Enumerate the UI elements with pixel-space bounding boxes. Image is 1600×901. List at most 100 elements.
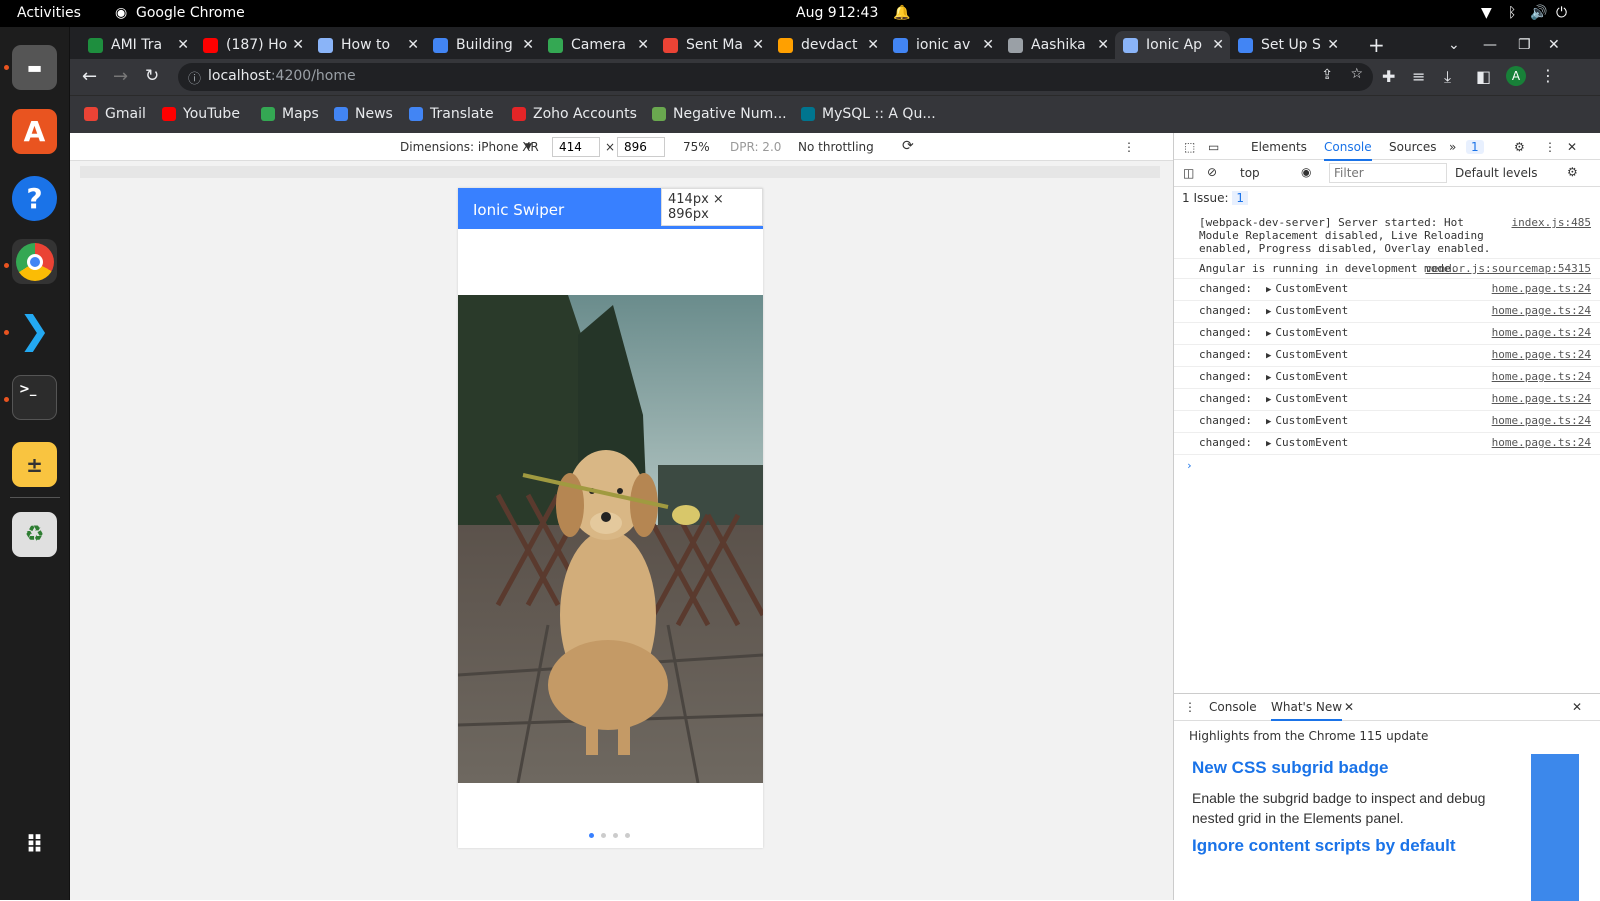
bluetooth-icon[interactable]: ᛒ	[1508, 5, 1516, 21]
wifi-icon[interactable]: ▼	[1481, 5, 1492, 21]
bookmark-maps[interactable]: Maps	[261, 106, 319, 122]
drawer-menu-icon[interactable]: ⋮	[1184, 700, 1196, 714]
zoom-select[interactable]: 75%	[683, 140, 710, 154]
object-preview[interactable]: CustomEvent	[1275, 282, 1348, 295]
tab-close-icon[interactable]: ✕	[752, 37, 764, 53]
help-icon[interactable]: ?	[12, 176, 57, 221]
close-tab-icon[interactable]: ✕	[1344, 700, 1354, 714]
tab[interactable]: Sent Ma ✕	[655, 31, 770, 59]
tab-console[interactable]: Console	[1324, 140, 1372, 161]
tab-active[interactable]: Ionic Ap ✕	[1115, 31, 1230, 59]
expand-triangle-icon[interactable]: ▶	[1266, 351, 1271, 361]
object-preview[interactable]: CustomEvent	[1275, 326, 1348, 339]
source-link[interactable]: home.page.ts:24	[1492, 370, 1591, 383]
source-link[interactable]: home.page.ts:24	[1492, 326, 1591, 339]
settings-gear-icon[interactable]: ⚙	[1514, 140, 1525, 154]
tab-close-icon[interactable]: ✕	[1327, 37, 1339, 53]
sidebar-toggle-icon[interactable]: ◫	[1183, 166, 1194, 180]
clear-console-icon[interactable]: ⊘	[1207, 165, 1217, 179]
pagination-dot[interactable]	[625, 833, 630, 838]
tab[interactable]: Building ✕	[425, 31, 540, 59]
expand-triangle-icon[interactable]: ▶	[1266, 417, 1271, 427]
clock-date[interactable]: Aug 9	[796, 5, 837, 21]
object-preview[interactable]: CustomEvent	[1275, 436, 1348, 449]
bookmark-youtube[interactable]: YouTube	[162, 106, 240, 122]
object-preview[interactable]: CustomEvent	[1275, 392, 1348, 405]
extensions-icon[interactable]: ✚	[1382, 67, 1395, 86]
tab[interactable]: Aashika ✕	[1000, 31, 1115, 59]
tab-close-icon[interactable]: ✕	[867, 37, 879, 53]
object-preview[interactable]: CustomEvent	[1275, 304, 1348, 317]
side-panel-icon[interactable]: ◧	[1476, 67, 1491, 86]
tab-close-icon[interactable]: ✕	[637, 37, 649, 53]
reload-icon[interactable]: ↻	[145, 66, 159, 86]
source-link[interactable]: home.page.ts:24	[1492, 304, 1591, 317]
bookmark-gmail[interactable]: Gmail	[84, 106, 146, 122]
activities-button[interactable]: Activities	[17, 5, 81, 21]
volume-icon[interactable]: 🔊	[1530, 5, 1547, 21]
tab-close-icon[interactable]: ✕	[1212, 37, 1224, 53]
bookmark-star-icon[interactable]: ☆	[1350, 66, 1363, 82]
pagination-dot[interactable]	[613, 833, 618, 838]
tab[interactable]: devdact ✕	[770, 31, 885, 59]
show-apps-icon[interactable]: ⠿	[12, 822, 57, 867]
chrome-icon[interactable]	[12, 239, 57, 284]
console-filter-input[interactable]	[1329, 163, 1447, 183]
tab-search-chevron-icon[interactable]: ⌄	[1440, 31, 1470, 59]
address-bar[interactable]: ⓘ localhost:4200/home ⇪ ☆	[178, 63, 1373, 91]
bookmark-news[interactable]: News	[334, 106, 393, 122]
site-info-icon[interactable]: ⓘ	[188, 68, 201, 87]
active-app-name[interactable]: Google Chrome	[136, 5, 245, 21]
expand-triangle-icon[interactable]: ▶	[1266, 439, 1271, 449]
source-link[interactable]: home.page.ts:24	[1492, 282, 1591, 295]
pagination-dot-active[interactable]	[589, 833, 594, 838]
source-link[interactable]: home.page.ts:24	[1492, 392, 1591, 405]
device-more-icon[interactable]: ⋮	[1123, 140, 1135, 154]
tab-close-icon[interactable]: ✕	[1097, 37, 1109, 53]
trash-icon[interactable]: ♻	[12, 512, 57, 557]
close-drawer-icon[interactable]: ✕	[1572, 700, 1582, 714]
power-icon[interactable]: ⏻	[1556, 5, 1567, 21]
terminal-icon[interactable]: >_	[12, 375, 57, 420]
forward-arrow-icon[interactable]: →	[113, 66, 128, 87]
drawer-tab-console[interactable]: Console	[1209, 700, 1257, 714]
tab[interactable]: ionic av ✕	[885, 31, 1000, 59]
console-prompt[interactable]: ›	[1174, 455, 1600, 476]
log-levels-select[interactable]: Default levels	[1455, 166, 1537, 180]
object-preview[interactable]: CustomEvent	[1275, 370, 1348, 383]
tab-close-icon[interactable]: ✕	[292, 37, 304, 53]
device-toolbar-icon[interactable]: ▭	[1208, 140, 1219, 154]
issues-badge[interactable]: 1	[1466, 140, 1484, 154]
tab-close-icon[interactable]: ✕	[982, 37, 994, 53]
download-icon[interactable]: ⤓	[1444, 67, 1451, 87]
pagination-dot[interactable]	[601, 833, 606, 838]
device-dimensions-select[interactable]: Dimensions: iPhone XR	[400, 140, 539, 154]
tab-close-icon[interactable]: ✕	[407, 37, 419, 53]
throttling-select[interactable]: No throttling	[798, 140, 874, 154]
new-tab-button[interactable]: +	[1360, 31, 1390, 59]
clock-time[interactable]: 12:43	[838, 5, 878, 21]
media-controls-icon[interactable]: ≡	[1412, 67, 1425, 86]
calculator-icon[interactable]: ±	[12, 442, 57, 487]
tab[interactable]: AMI Tra ✕	[80, 31, 195, 59]
inspect-element-icon[interactable]: ⬚	[1184, 140, 1195, 154]
bookmark-negative-num[interactable]: Negative Num...	[652, 106, 787, 122]
tab-close-icon[interactable]: ✕	[522, 37, 534, 53]
expand-triangle-icon[interactable]: ▶	[1266, 285, 1271, 295]
context-select[interactable]: top	[1240, 166, 1260, 180]
swiper-slide-image[interactable]	[458, 295, 763, 783]
close-devtools-icon[interactable]: ✕	[1567, 140, 1577, 154]
tab-close-icon[interactable]: ✕	[177, 37, 189, 53]
source-link[interactable]: home.page.ts:24	[1492, 348, 1591, 361]
source-link[interactable]: index.js:485	[1512, 216, 1591, 229]
tab[interactable]: (187) Ho ✕	[195, 31, 310, 59]
notification-bell-icon[interactable]: 🔔	[893, 5, 910, 21]
console-settings-icon[interactable]: ⚙	[1567, 165, 1578, 179]
vscode-icon[interactable]: ❯	[12, 307, 57, 352]
bookmark-zoho[interactable]: Zoho Accounts	[512, 106, 637, 122]
tab[interactable]: How to ✕	[310, 31, 425, 59]
kebab-menu-icon[interactable]: ⋮	[1540, 66, 1556, 85]
source-link[interactable]: home.page.ts:24	[1492, 414, 1591, 427]
files-icon[interactable]: ▬	[12, 45, 57, 90]
source-link[interactable]: home.page.ts:24	[1492, 436, 1591, 449]
